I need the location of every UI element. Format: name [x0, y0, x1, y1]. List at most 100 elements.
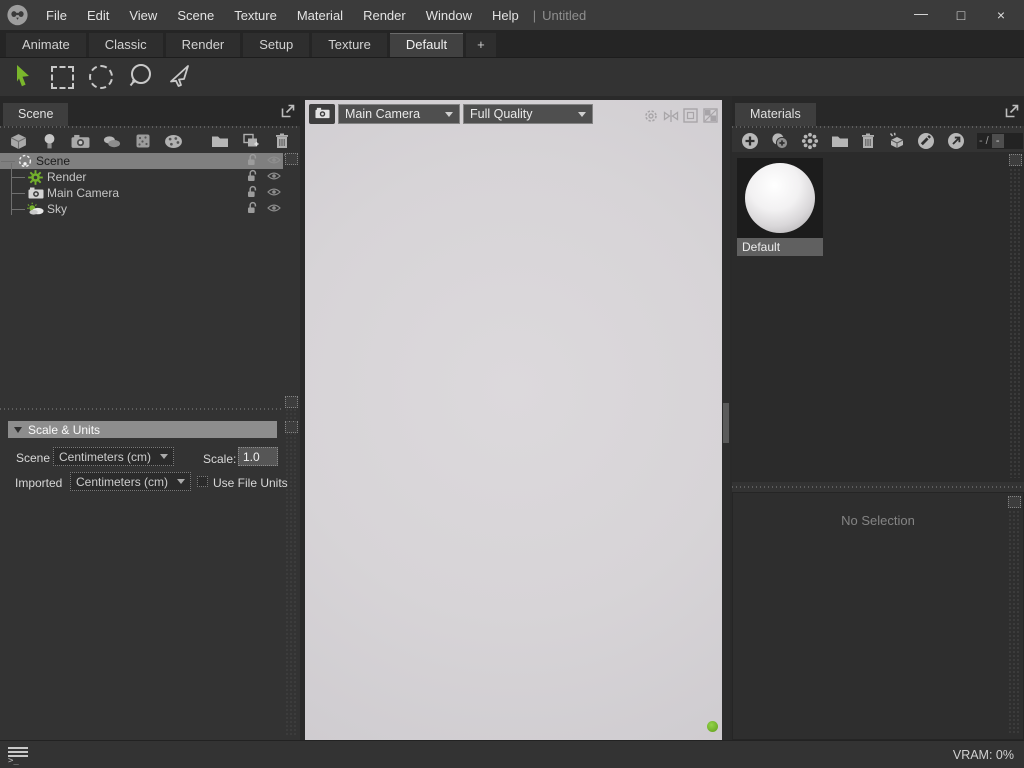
- menu-edit[interactable]: Edit: [77, 8, 119, 23]
- workspace-tab-default[interactable]: Default: [390, 33, 463, 57]
- duplicate-material-icon[interactable]: [771, 132, 789, 151]
- imported-unit-dropdown[interactable]: Centimeters (cm): [70, 472, 191, 491]
- tab-scene[interactable]: Scene: [3, 103, 68, 126]
- menu-texture[interactable]: Texture: [224, 8, 287, 23]
- region-frame-icon[interactable]: [682, 107, 699, 124]
- eye-icon[interactable]: [267, 202, 281, 216]
- workspace-tab-texture[interactable]: Texture: [312, 33, 387, 57]
- materials-library: Default: [732, 152, 1024, 482]
- random-material-dice-icon[interactable]: [887, 132, 905, 151]
- viewport-canvas[interactable]: Main Camera Full Quality: [305, 100, 722, 740]
- delete-icon[interactable]: [861, 132, 875, 151]
- scene-tree-children: Render Main Camera: [0, 169, 283, 217]
- lock-icon[interactable]: [247, 153, 258, 169]
- quality-dropdown[interactable]: Full Quality: [463, 104, 593, 124]
- app-logo-skull-icon[interactable]: [4, 2, 30, 28]
- workspace-tab-setup[interactable]: Setup: [243, 33, 309, 57]
- viewport-toolbar: Main Camera Full Quality: [309, 104, 593, 124]
- lasso-select-tool[interactable]: [126, 63, 154, 91]
- render-settings-gear-icon[interactable]: [642, 107, 659, 124]
- material-graph-icon[interactable]: [801, 132, 819, 151]
- eye-icon[interactable]: [267, 170, 281, 184]
- camera-button[interactable]: [309, 104, 335, 124]
- menu-file[interactable]: File: [36, 8, 77, 23]
- add-geometry-icon[interactable]: [9, 132, 28, 151]
- scale-units-header[interactable]: Scale & Units: [8, 421, 277, 438]
- lock-icon[interactable]: [247, 169, 258, 185]
- vram-usage: VRAM: 0%: [953, 748, 1024, 762]
- rectangle-select-tool[interactable]: [48, 63, 76, 91]
- material-thumbnail: [737, 158, 823, 238]
- polygon-select-tool[interactable]: [165, 63, 193, 91]
- viewport-scrollbar[interactable]: [722, 100, 730, 740]
- collapse-triangle-icon: [14, 427, 22, 433]
- material-counter-separator: /: [986, 135, 989, 147]
- add-workspace-tab-button[interactable]: +: [466, 33, 496, 57]
- tree-row-render[interactable]: Render: [0, 169, 283, 185]
- log-lines-icon: [8, 747, 28, 749]
- menu-material[interactable]: Material: [287, 8, 353, 23]
- scroll-handle[interactable]: [285, 153, 298, 165]
- flip-view-icon[interactable]: [662, 107, 679, 124]
- scene-unit-dropdown[interactable]: Centimeters (cm): [53, 447, 174, 466]
- add-material-icon[interactable]: [741, 132, 759, 151]
- divider: [732, 486, 1024, 488]
- popout-icon[interactable]: [1005, 104, 1019, 118]
- add-material-palette-icon[interactable]: [164, 132, 183, 151]
- add-light-icon[interactable]: [40, 132, 59, 151]
- render-region-icon[interactable]: [702, 107, 719, 124]
- material-counter-total[interactable]: -: [992, 134, 1004, 148]
- add-environment-icon[interactable]: [102, 132, 121, 151]
- viewport-overlay-icons: [642, 107, 719, 124]
- scene-panel-tabstrip: Scene: [0, 96, 300, 126]
- edit-material-icon[interactable]: [917, 132, 935, 151]
- materials-panel-tabstrip: Materials: [732, 96, 1024, 126]
- lock-icon[interactable]: [247, 201, 258, 217]
- add-group-icon[interactable]: [241, 132, 260, 151]
- console-log-button[interactable]: >_: [8, 747, 28, 763]
- goto-material-icon[interactable]: [947, 132, 965, 151]
- viewport-scrollbar-thumb[interactable]: [723, 403, 729, 443]
- scroll-handle[interactable]: [1009, 154, 1022, 166]
- use-file-units-label: Use File Units: [213, 476, 288, 490]
- camera-dropdown[interactable]: Main Camera: [338, 104, 460, 124]
- menu-scene[interactable]: Scene: [167, 8, 224, 23]
- tree-row-sky[interactable]: Sky: [0, 201, 283, 217]
- folder-icon[interactable]: [831, 132, 849, 151]
- tree-row-main-camera[interactable]: Main Camera: [0, 185, 283, 201]
- eye-icon[interactable]: [267, 154, 281, 168]
- menu-render[interactable]: Render: [353, 8, 416, 23]
- polygon-lasso-icon: [166, 64, 192, 91]
- menu-window[interactable]: Window: [416, 8, 482, 23]
- tab-materials[interactable]: Materials: [735, 103, 816, 126]
- workspace-tab-render[interactable]: Render: [166, 33, 241, 57]
- scroll-handle[interactable]: [1008, 496, 1021, 508]
- workspace-tab-animate[interactable]: Animate: [6, 33, 86, 57]
- eye-icon[interactable]: [267, 186, 281, 200]
- select-tool[interactable]: [9, 63, 37, 91]
- render-gear-icon: [27, 170, 44, 185]
- add-texture-icon[interactable]: [133, 132, 152, 151]
- close-button[interactable]: ×: [992, 7, 1010, 23]
- material-sphere-preview: [745, 163, 815, 233]
- scrollbar-track[interactable]: [1008, 510, 1021, 735]
- ellipse-select-tool[interactable]: [87, 63, 115, 91]
- use-file-units-checkbox[interactable]: [197, 476, 208, 487]
- workspace-tab-classic[interactable]: Classic: [89, 33, 163, 57]
- scale-input[interactable]: [238, 447, 278, 466]
- delete-icon[interactable]: [272, 132, 291, 151]
- menu-view[interactable]: View: [119, 8, 167, 23]
- lock-icon[interactable]: [247, 185, 258, 201]
- maximize-button[interactable]: □: [952, 7, 970, 23]
- scroll-handle[interactable]: [285, 396, 298, 408]
- add-camera-icon[interactable]: [71, 132, 90, 151]
- scrollbar-track[interactable]: [285, 408, 298, 736]
- tree-row-scene[interactable]: Scene: [0, 153, 283, 169]
- scrollbar-track[interactable]: [1009, 168, 1022, 478]
- cursor-arrow-icon: [13, 64, 33, 91]
- menu-help[interactable]: Help: [482, 8, 529, 23]
- material-item-default[interactable]: Default: [737, 158, 823, 256]
- minimize-button[interactable]: —: [912, 5, 930, 21]
- folder-icon[interactable]: [210, 132, 229, 151]
- popout-icon[interactable]: [281, 104, 295, 118]
